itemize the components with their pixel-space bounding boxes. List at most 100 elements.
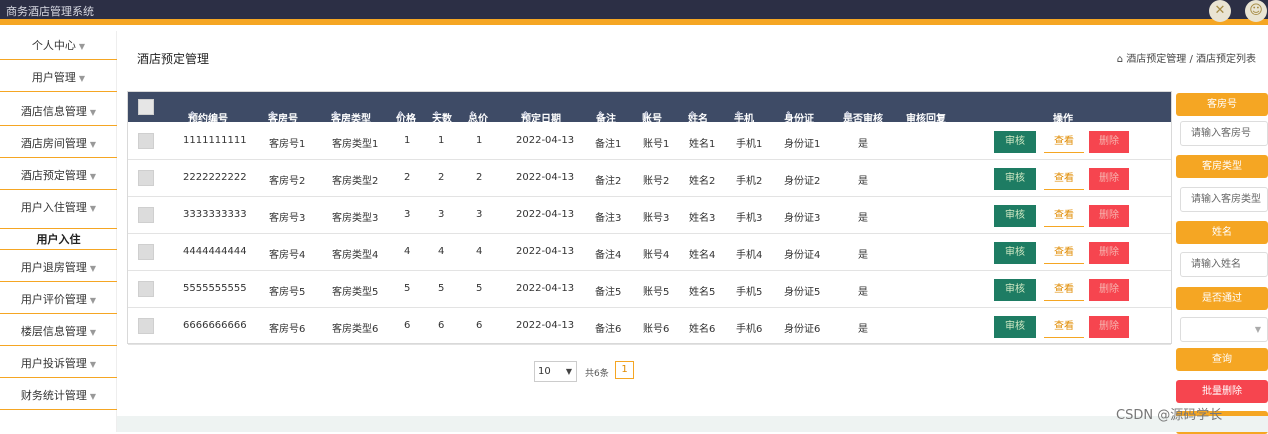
table-cell: 客房类型4 xyxy=(332,250,379,261)
table-cell: 手机6 xyxy=(736,324,763,335)
table-cell: 身份证5 xyxy=(784,287,821,298)
sidebar-item-check-in[interactable]: 用户入住管理 ▼ xyxy=(0,193,117,222)
row-checkbox[interactable] xyxy=(138,133,154,149)
sidebar-item-floors[interactable]: 楼层信息管理 ▼ xyxy=(0,317,117,346)
table-cell: 4 xyxy=(476,246,483,257)
table-cell: 6 xyxy=(438,320,445,331)
room-type-input[interactable]: 请输入客房类型 xyxy=(1180,187,1268,212)
breadcrumb: ⌂ 酒店预定管理 / 酒店预定列表 xyxy=(1117,50,1256,65)
sidebar-item-hotel-info[interactable]: 酒店信息管理 ▼ xyxy=(0,97,117,126)
row-checkbox[interactable] xyxy=(138,244,154,260)
approved-select[interactable]: ▼ xyxy=(1180,317,1268,342)
table-cell: 2022-04-13 xyxy=(516,135,575,146)
audit-button[interactable]: 审核 xyxy=(994,316,1036,338)
select-all-checkbox[interactable] xyxy=(138,99,154,115)
table-row: 6666666666 客房号6 客房类型6 6 6 6 2022-04-13 备注6 账号6 姓名… xyxy=(128,308,1171,345)
sidebar-item-users[interactable]: 用户管理 ▼ xyxy=(0,63,117,92)
table-cell: 身份证4 xyxy=(784,250,821,261)
audit-button[interactable]: 审核 xyxy=(994,242,1036,264)
sidebar-item-finance[interactable]: 财务统计管理 ▼ xyxy=(0,381,117,410)
chevron-down-icon: ▼ xyxy=(1254,325,1261,334)
sidebar-item-check-out[interactable]: 用户退房管理 ▼ xyxy=(0,253,117,282)
view-button[interactable]: 查看 xyxy=(1044,242,1084,264)
table-cell: 备注6 xyxy=(595,324,622,335)
table-cell: 账号6 xyxy=(643,324,670,335)
chevron-down-icon: ▼ xyxy=(89,296,97,305)
table-cell: 5555555555 xyxy=(183,283,247,294)
name-input[interactable]: 请输入姓名 xyxy=(1180,252,1268,277)
table-header: 预约编号 ⇕ 客房号 ⇕ 客房类型 ⇕ 价格 ⇕ 天数 ⇕ 总价 ⇕ 预定日期 ⇕ 备注 ⇕ 账… xyxy=(128,92,1171,125)
view-button[interactable]: 查看 xyxy=(1044,205,1084,227)
table-cell: 3 xyxy=(476,209,483,220)
query-button[interactable]: 查询 xyxy=(1176,348,1268,371)
table-cell: 3 xyxy=(404,209,411,220)
row-checkbox[interactable] xyxy=(138,170,154,186)
table-cell: 6 xyxy=(404,320,411,331)
audit-button[interactable]: 审核 xyxy=(994,131,1036,153)
delete-button[interactable]: 删除 xyxy=(1089,205,1129,227)
batch-delete-button[interactable]: 批量删除 xyxy=(1176,380,1268,403)
table-cell: 客房号5 xyxy=(269,287,306,298)
row-checkbox[interactable] xyxy=(138,318,154,334)
table-cell: 1 xyxy=(438,135,445,146)
table-cell: 5 xyxy=(438,283,445,294)
footer-strip xyxy=(117,416,1268,432)
table-cell: 6 xyxy=(476,320,483,331)
approved-label: 是否通过 xyxy=(1176,287,1268,310)
chevron-down-icon: ▼ xyxy=(89,264,97,273)
audit-button[interactable]: 审核 xyxy=(994,279,1036,301)
sidebar-item-hotel-booking[interactable]: 酒店预定管理 ▼ xyxy=(0,161,117,190)
view-button[interactable]: 查看 xyxy=(1044,279,1084,301)
sidebar-item-hotel-rooms[interactable]: 酒店房间管理 ▼ xyxy=(0,129,117,158)
audit-button[interactable]: 审核 xyxy=(994,168,1036,190)
table-cell: 身份证2 xyxy=(784,176,821,187)
booking-table: 预约编号 ⇕ 客房号 ⇕ 客房类型 ⇕ 价格 ⇕ 天数 ⇕ 总价 ⇕ 预定日期 ⇕ 备注 ⇕ 账… xyxy=(127,91,1172,345)
page-size-select[interactable]: 10 ▼ xyxy=(534,361,577,382)
table-cell: 2022-04-13 xyxy=(516,320,575,331)
sidebar-item-label: 酒店信息管理 xyxy=(20,105,87,118)
table-cell: 2022-04-13 xyxy=(516,209,575,220)
room-type-label: 客房类型 xyxy=(1176,155,1268,178)
user-icon[interactable]: ☺ xyxy=(1245,0,1267,22)
table-cell: 客房类型5 xyxy=(332,287,379,298)
table-row: 2222222222 客房号2 客房类型2 2 2 2 2022-04-13 备注2 账号2 姓名… xyxy=(128,160,1171,197)
sidebar-item-label: 楼层信息管理 xyxy=(20,325,87,338)
table-cell: 4444444444 xyxy=(183,246,247,257)
sidebar-item-personal-center[interactable]: 个人中心 ▼ xyxy=(0,31,117,60)
view-button[interactable]: 查看 xyxy=(1044,131,1084,153)
row-checkbox[interactable] xyxy=(138,207,154,223)
table-cell: 手机2 xyxy=(736,176,763,187)
table-row: 3333333333 客房号3 客房类型3 3 3 3 2022-04-13 备注3 账号3 姓名… xyxy=(128,197,1171,234)
table-cell: 是 xyxy=(858,213,868,224)
chevron-down-icon: ▼ xyxy=(89,328,97,337)
table-cell: 账号3 xyxy=(643,213,670,224)
table-cell: 姓名4 xyxy=(689,250,716,261)
delete-button[interactable]: 删除 xyxy=(1089,168,1129,190)
sidebar-item-complaints[interactable]: 用户投诉管理 ▼ xyxy=(0,349,117,378)
sidebar-subitem-check-in[interactable]: 用户入住 xyxy=(0,228,117,250)
audit-button[interactable]: 审核 xyxy=(994,205,1036,227)
sidebar-item-label: 财务统计管理 xyxy=(20,389,87,402)
table-cell: 6666666666 xyxy=(183,320,247,331)
page-size-value: 10 xyxy=(538,366,551,377)
sidebar-item-reviews[interactable]: 用户评价管理 ▼ xyxy=(0,285,117,314)
table-cell: 备注4 xyxy=(595,250,622,261)
app-title: 商务酒店管理系统 xyxy=(6,5,94,18)
delete-button[interactable]: 删除 xyxy=(1089,242,1129,264)
delete-button[interactable]: 删除 xyxy=(1089,131,1129,153)
table-cell: 1111111111 xyxy=(183,135,247,146)
delete-button[interactable]: 删除 xyxy=(1089,316,1129,338)
expand-icon[interactable]: ✕ xyxy=(1209,0,1231,22)
delete-button[interactable]: 删除 xyxy=(1089,279,1129,301)
table-cell: 账号4 xyxy=(643,250,670,261)
table-cell: 客房号6 xyxy=(269,324,306,335)
view-button[interactable]: 查看 xyxy=(1044,168,1084,190)
breadcrumb-item[interactable]: 酒店预定管理 xyxy=(1126,54,1186,65)
home-icon[interactable]: ⌂ xyxy=(1117,54,1123,65)
view-button[interactable]: 查看 xyxy=(1044,316,1084,338)
room-no-input[interactable]: 请输入客房号 xyxy=(1180,121,1268,146)
row-checkbox[interactable] xyxy=(138,281,154,297)
table-cell: 身份证3 xyxy=(784,213,821,224)
sidebar: 个人中心 ▼ 用户管理 ▼ 酒店信息管理 ▼ 酒店房间管理 ▼ 酒店预定管理 ▼ 用户入住… xyxy=(0,31,117,432)
page-number-button[interactable]: 1 xyxy=(615,361,634,379)
